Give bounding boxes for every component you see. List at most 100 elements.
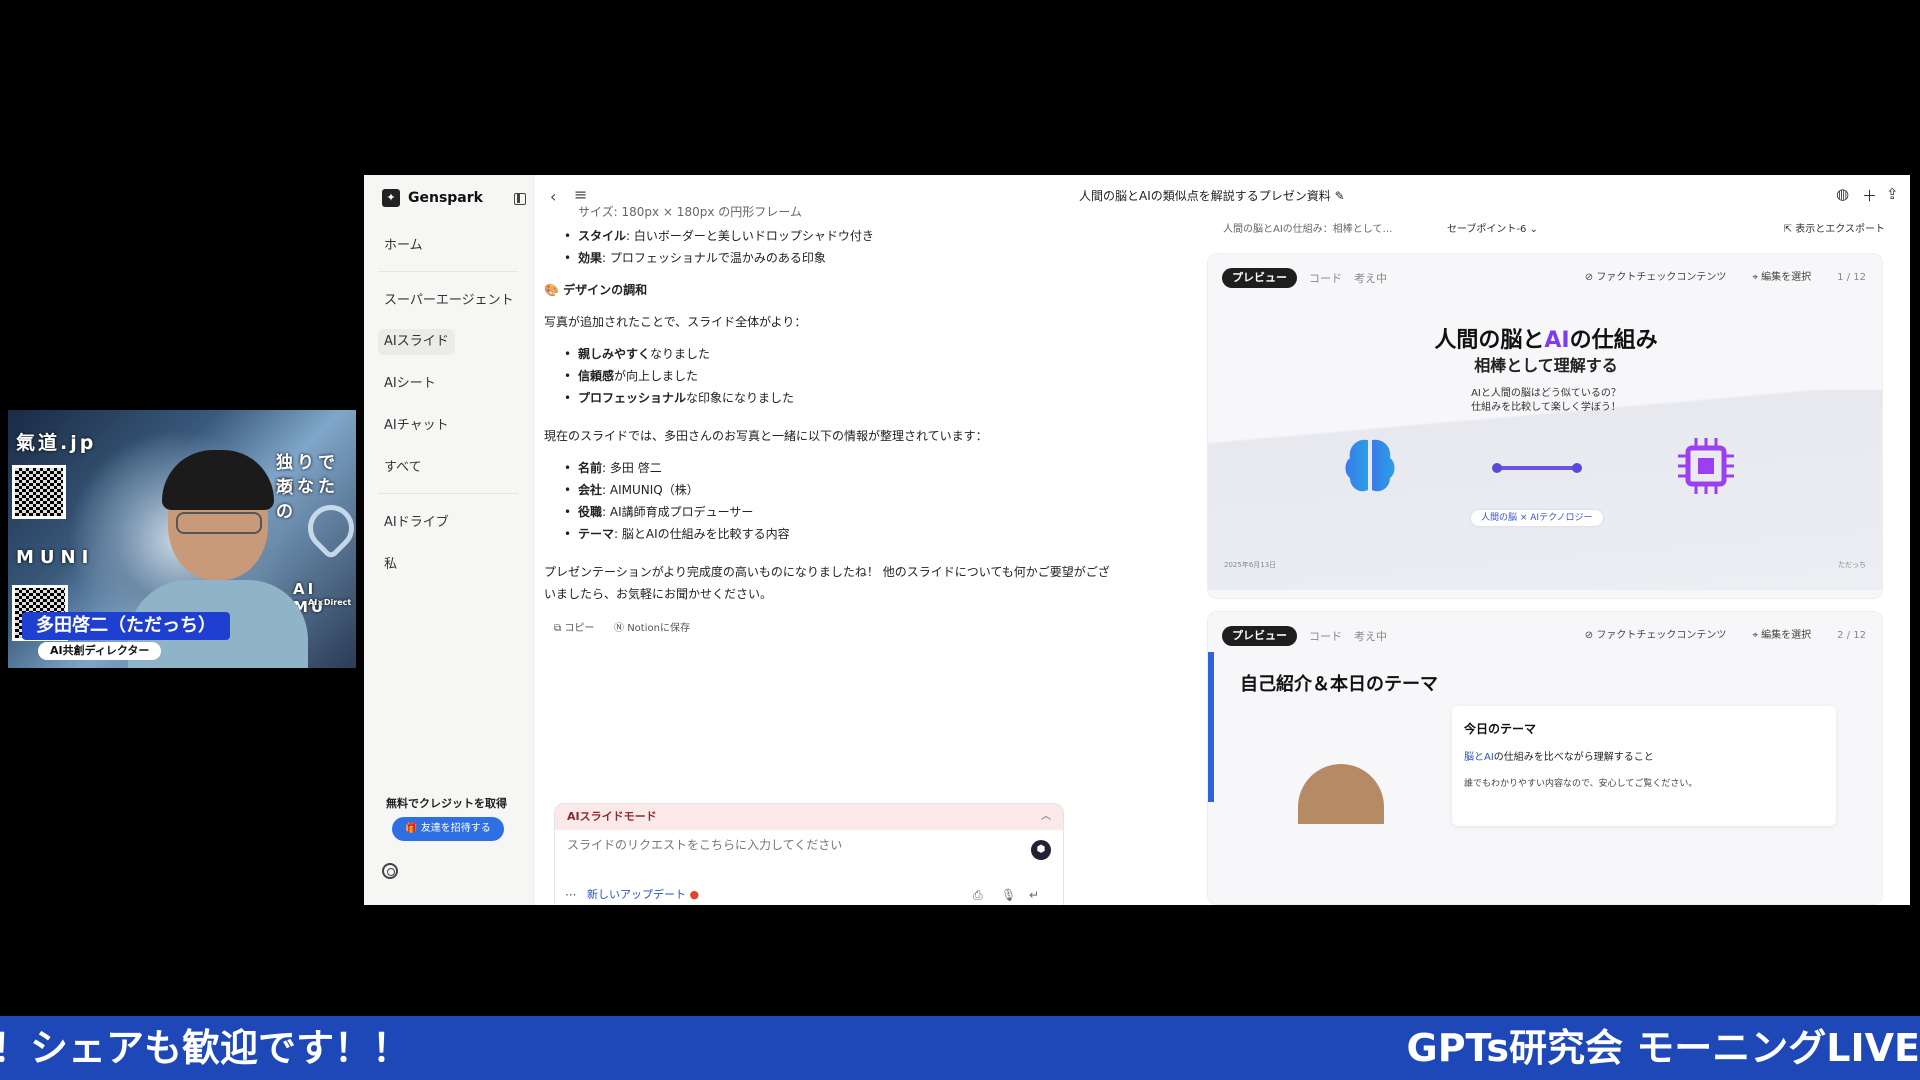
bullet-key: プロフェッショナル — [578, 391, 687, 405]
chat-panel: サイズ: 180px × 180px の円形フレーム スタイル: 白いボーダーと… — [544, 205, 1110, 905]
info-value: : 脳とAIの仕組みを比較する内容 — [614, 527, 790, 541]
sidebar-item-super-agent[interactable]: スーパーエージェント — [378, 288, 520, 314]
settings-icon[interactable] — [382, 863, 398, 879]
sidebar-item-ai-sheets[interactable]: AIシート — [378, 371, 442, 397]
copy-button[interactable]: ⧉ コピー — [554, 618, 594, 640]
webcam-brand-top: 氣道.jp — [16, 432, 97, 454]
preview-breadcrumb[interactable]: 人間の脳とAIの仕組み：相棒として… — [1223, 215, 1393, 245]
factcheck-button[interactable]: ⊘ ファクトチェックコンテンツ — [1585, 626, 1727, 646]
ticker-text-left: ！シェアも歓迎です！！ — [0, 1026, 411, 1070]
sidebar-item-ai-slides[interactable]: AIスライド — [378, 329, 455, 355]
chat-bullet: プロフェッショナルな印象になりました — [564, 387, 795, 409]
chat-bullet: 信頼感が向上しました — [564, 365, 699, 387]
theme-box: 今日のテーマ 脳とAIの仕組みを比べながら理解すること 誰でもわかりやすい内容な… — [1452, 706, 1836, 826]
tab-code[interactable]: コード — [1309, 270, 1342, 286]
back-icon[interactable]: ‹ — [550, 187, 556, 206]
slide1-desc-1: AIと人間の脳はどう似ているの？ — [1471, 388, 1621, 399]
bullet-value: な印象になりました — [686, 391, 795, 405]
more-icon[interactable]: ··· — [565, 884, 576, 905]
tab-code[interactable]: コード — [1309, 628, 1342, 644]
slide1-subtitle: 相棒として理解する — [1474, 356, 1618, 375]
prompt-input[interactable] — [567, 838, 987, 852]
mic-icon[interactable]: 🎙 — [1001, 884, 1016, 905]
external-link-icon: ⇱ — [1783, 224, 1796, 235]
sidebar-item-home[interactable]: ホーム — [378, 233, 429, 259]
info-value: : AI講師育成プロデューサー — [602, 505, 754, 519]
slide1-title: 人間の脳とAIの仕組み — [1208, 322, 1882, 354]
edit-select-label: 編集を選択 — [1761, 630, 1812, 641]
invite-friends-button[interactable]: 🎁 友達を招待する — [392, 817, 504, 841]
attach-icon[interactable]: ⎙ — [973, 884, 983, 905]
chevron-up-icon[interactable]: ︿ — [1041, 804, 1051, 830]
view-export-button[interactable]: ⇱ 表示とエクスポート — [1784, 215, 1885, 245]
edit-pencil-icon[interactable]: ✎ — [1335, 189, 1345, 203]
new-plus-icon[interactable]: ＋ — [1862, 185, 1877, 206]
chat-summary: 現在のスライドでは、多田さんのお写真と一緒に以下の情報が整理されています： — [544, 429, 988, 443]
tab-thinking[interactable]: 考え中 — [1354, 628, 1387, 644]
save-notion-button[interactable]: Ⓝ Notionに保存 — [614, 618, 690, 640]
notion-label: Notionに保存 — [627, 623, 690, 634]
factcheck-button[interactable]: ⊘ ファクトチェックコンテンツ — [1585, 268, 1727, 288]
share-icon[interactable]: ⇪ — [1886, 185, 1899, 203]
slide-card-1: プレビュー コード 考え中 ⊘ ファクトチェックコンテンツ ⌖ 編集を選択 1 … — [1207, 253, 1883, 599]
notion-icon: Ⓝ — [614, 623, 628, 634]
tab-preview[interactable]: プレビュー — [1222, 626, 1297, 646]
preview-header: 人間の脳とAIの仕組み：相棒として… セーブポイント-6 ⌄ ⇱ 表示とエクスポ… — [1207, 215, 1899, 245]
chat-info-item: 会社: AIMUNIQ（株） — [564, 479, 699, 501]
connector-line — [1492, 463, 1582, 473]
slide-card-2: プレビュー コード 考え中 ⊘ ファクトチェックコンテンツ ⌖ 編集を選択 2 … — [1207, 611, 1883, 905]
presenter-glasses — [176, 512, 262, 534]
chevron-down-icon: ⌄ — [1529, 224, 1538, 235]
info-value: : 多田 啓二 — [602, 461, 662, 475]
brand[interactable]: ✦ Genspark — [382, 189, 483, 207]
title-ai: AI — [1544, 328, 1570, 353]
tab-preview[interactable]: プレビュー — [1222, 268, 1297, 288]
sidebar-item-ai-drive[interactable]: AIドライブ — [378, 510, 455, 536]
ai-slide-mode-bar[interactable]: AIスライドモード ︿ — [555, 804, 1063, 830]
chat-info-item: 役職: AI講師育成プロデューサー — [564, 501, 754, 523]
bullet-value: が向上しました — [614, 369, 699, 383]
chat-bullet-effect: 効果: プロフェッショナルで温かみのある印象 — [564, 247, 826, 269]
document-title-text: 人間の脳とAIの類似点を解説するプレゼン資料 — [1079, 189, 1331, 203]
genspark-window: ✦ Genspark ホーム スーパーエージェント AIスライド AIシート A… — [364, 175, 1910, 905]
tab-thinking[interactable]: 考え中 — [1354, 270, 1387, 286]
slide1-author: ただっち — [1838, 561, 1866, 569]
savepoint-dropdown[interactable]: セーブポイント-6 ⌄ — [1447, 215, 1538, 245]
sidebar-item-ai-chat[interactable]: AIチャット — [378, 413, 455, 439]
new-update-link[interactable]: 新しいアップデート ● — [587, 884, 699, 905]
check-icon: ⊘ — [1584, 272, 1597, 283]
brain-icon — [1345, 439, 1395, 492]
sidebar-toggle-icon[interactable] — [514, 193, 526, 205]
slide-preview-panel: 人間の脳とAIの仕組み：相棒として… セーブポイント-6 ⌄ ⇱ 表示とエクスポ… — [1207, 215, 1899, 905]
theme-box-line-1: 脳とAIの仕組みを比べながら理解すること — [1464, 748, 1654, 763]
globe-icon[interactable]: ◍ — [1836, 185, 1849, 203]
copy-icon: ⧉ — [554, 623, 565, 634]
bullet-key: 効果 — [578, 251, 603, 265]
menu-icon[interactable]: ≡ — [574, 185, 587, 204]
factcheck-label: ファクトチェックコンテンツ — [1596, 630, 1727, 641]
bullet-value: : プロフェッショナルで温かみのある印象 — [602, 251, 826, 265]
sidebar-item-all[interactable]: すべて — [378, 455, 428, 481]
bullet-value: : 白いボーダーと美しいドロップシャドウ付き — [626, 229, 874, 243]
edit-select-button[interactable]: ⌖ 編集を選択 — [1752, 268, 1811, 288]
sidebar-divider — [378, 271, 518, 272]
agent-badge-icon[interactable]: ⬢ — [1031, 840, 1051, 860]
title-part: の仕組み — [1569, 328, 1658, 353]
chat-section-heading: 🎨 デザインの調和 — [544, 283, 648, 297]
info-value: : AIMUNIQ（株） — [602, 483, 699, 497]
copy-label: コピー — [564, 623, 595, 634]
card-actions: ⊘ ファクトチェックコンテンツ ⌖ 編集を選択 2 / 12 — [1585, 626, 1866, 646]
chat-closing-line-1: プレゼンテーションがより完成度の高いものになりましたね！ 他のスライドについても… — [544, 565, 1110, 579]
qr-code-top — [12, 465, 66, 519]
document-title[interactable]: 人間の脳とAIの類似点を解説するプレゼン資料 ✎ — [1079, 187, 1345, 204]
slide1-date: 2025年6月13日 — [1224, 561, 1277, 569]
gift-icon: 🎁 — [405, 823, 421, 834]
card-actions: ⊘ ファクトチェックコンテンツ ⌖ 編集を選択 1 / 12 — [1585, 268, 1866, 288]
edit-select-button[interactable]: ⌖ 編集を選択 — [1752, 626, 1811, 646]
sidebar-item-me[interactable]: 私 — [378, 552, 403, 578]
slide-background-band — [1208, 390, 1882, 590]
page-indicator: 1 / 12 — [1837, 272, 1866, 283]
send-icon[interactable]: ↵ — [1029, 884, 1039, 905]
chip-icon — [1678, 438, 1734, 494]
webcam-brand-mid: MUNI — [16, 547, 95, 568]
